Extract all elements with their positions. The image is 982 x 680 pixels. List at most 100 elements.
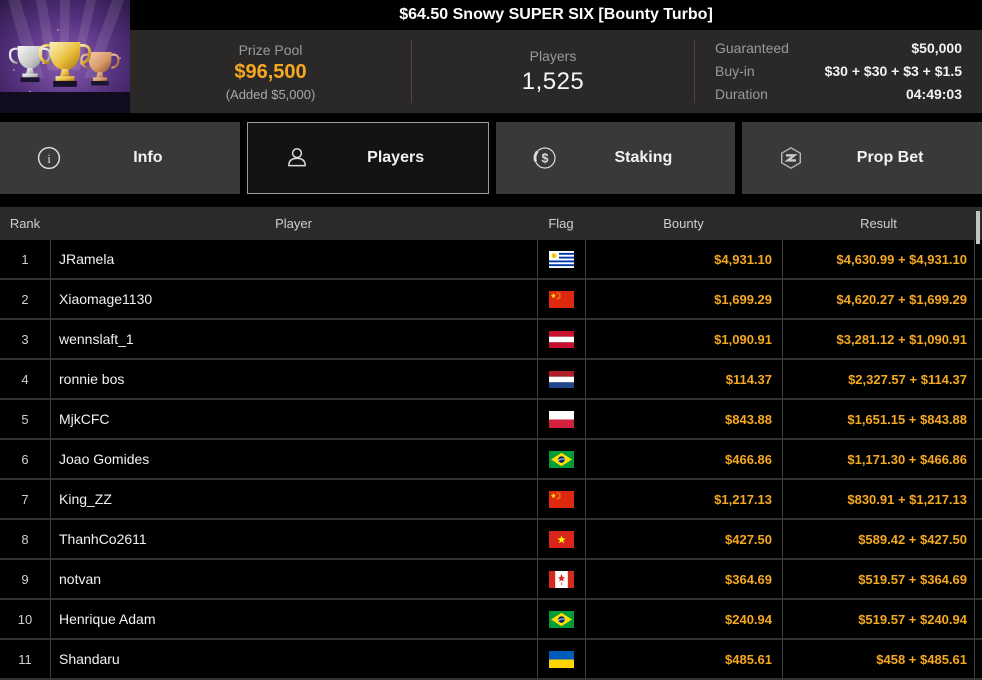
detail-value: 04:49:03 — [905, 86, 962, 102]
result-cell: $458 + $485.61 — [782, 640, 975, 678]
rank-cell: 6 — [21, 451, 29, 467]
table-row[interactable]: 7 King_ZZ $1,217.13 $830.91 + $1,217.13 — [0, 480, 982, 520]
table-row[interactable]: 10 Henrique Adam $240.94 $519.57 + $240.94 — [0, 600, 982, 640]
column-header-flag: Flag — [548, 216, 574, 231]
scrollbar-track — [975, 240, 982, 278]
result-cell: $519.57 + $364.69 — [782, 560, 975, 598]
bounty-cell: $1,217.13 — [585, 480, 782, 518]
scrollbar-track — [975, 320, 982, 358]
result-cell: $589.42 + $427.50 — [782, 520, 975, 558]
brazil-flag-icon — [549, 450, 574, 468]
netherlands-flag-icon — [549, 370, 574, 388]
table-row[interactable]: 1 JRamela $4,931.10 $4,630.99 + $4,931.10 — [0, 240, 982, 280]
table-row[interactable]: 4 ronnie bos $114.37 $2,327.57 + $114.37 — [0, 360, 982, 400]
table-row[interactable]: 11 Shandaru $485.61 $458 + $485.61 — [0, 640, 982, 680]
flag-cell — [537, 560, 585, 598]
tab-prop-bet[interactable]: Prop Bet — [742, 122, 982, 194]
china-flag-icon — [549, 490, 574, 508]
player-name-cell: ronnie bos — [50, 360, 537, 398]
rank-cell: 2 — [21, 291, 29, 307]
detail-row-duration: Duration 04:49:03 — [715, 86, 962, 103]
player-name-cell: Xiaomage1130 — [50, 280, 537, 318]
austria-flag-icon — [549, 330, 574, 348]
scrollbar-track — [975, 560, 982, 598]
result-cell: $4,620.27 + $1,699.29 — [782, 280, 975, 318]
bounty-cell: $364.69 — [585, 560, 782, 598]
tab-info[interactable]: i Info — [0, 122, 240, 194]
bounty-cell: $485.61 — [585, 640, 782, 678]
scrollbar-track — [975, 280, 982, 318]
detail-label: Buy-in — [715, 63, 755, 79]
table-row[interactable]: 9 notvan $364.69 $519.57 + $364.69 — [0, 560, 982, 600]
table-row[interactable]: 6 Joao Gomides $466.86 $1,171.30 + $466.86 — [0, 440, 982, 480]
table-row[interactable]: 2 Xiaomage1130 $1,699.29 $4,620.27 + $1,699… — [0, 280, 982, 320]
canada-flag-icon — [549, 570, 574, 588]
scrollbar-track — [975, 600, 982, 638]
rank-cell: 11 — [18, 651, 32, 667]
bounty-cell: $466.86 — [585, 440, 782, 478]
table-row[interactable]: 8 ThanhCo2611 $427.50 $589.42 + $427.50 — [0, 520, 982, 560]
rank-cell: 5 — [21, 411, 29, 427]
result-cell: $519.57 + $240.94 — [782, 600, 975, 638]
players-count-section: Players 1,525 — [412, 30, 694, 113]
players-label: Players — [529, 47, 577, 64]
detail-value: $50,000 — [911, 40, 962, 56]
player-name-cell: Joao Gomides — [50, 440, 537, 478]
tab-staking[interactable]: $ Staking — [495, 122, 736, 194]
flag-cell — [537, 640, 585, 678]
players-value: 1,525 — [521, 67, 585, 95]
player-name-cell: Henrique Adam — [50, 600, 537, 638]
bounty-cell: $1,090.91 — [585, 320, 782, 358]
china-flag-icon — [549, 290, 574, 308]
bounty-cell: $427.50 — [585, 520, 782, 558]
table-row[interactable]: 5 MjkCFC $843.88 $1,651.15 + $843.88 — [0, 400, 982, 440]
brazil-flag-icon — [549, 610, 574, 628]
prop-bet-icon — [778, 145, 804, 171]
prize-pool-section: Prize Pool $96,500 (Added $5,000) — [130, 30, 411, 113]
scrollbar-track — [975, 520, 982, 558]
scrollbar-track — [975, 480, 982, 518]
rank-cell: 9 — [21, 571, 29, 587]
player-name-cell: wennslaft_1 — [50, 320, 537, 358]
players-icon — [284, 145, 310, 171]
tournament-details-section: Guaranteed $50,000 Buy-in $30 + $30 + $3 + … — [695, 30, 982, 113]
flag-cell — [537, 400, 585, 438]
rank-cell: 10 — [17, 611, 33, 627]
player-name-cell: MjkCFC — [50, 400, 537, 438]
trophy-image — [0, 0, 130, 113]
tab-players[interactable]: Players — [246, 122, 489, 194]
result-cell: $830.91 + $1,217.13 — [782, 480, 975, 518]
scrollbar-track — [975, 440, 982, 478]
flag-cell — [537, 520, 585, 558]
result-cell: $1,171.30 + $466.86 — [782, 440, 975, 478]
tournament-header: $64.50 Snowy SUPER SIX [Bounty Turbo] Pr… — [0, 0, 982, 113]
flag-cell — [537, 360, 585, 398]
tournament-title: $64.50 Snowy SUPER SIX [Bounty Turbo] — [130, 0, 982, 30]
bounty-cell: $1,699.29 — [585, 280, 782, 318]
rank-cell: 4 — [21, 371, 29, 387]
detail-value: $30 + $30 + $3 + $1.5 — [824, 63, 962, 79]
flag-cell — [537, 480, 585, 518]
prize-pool-label: Prize Pool — [238, 41, 303, 58]
player-name-cell: King_ZZ — [50, 480, 537, 518]
detail-label: Guaranteed — [715, 40, 789, 56]
scrollbar-track — [975, 400, 982, 438]
poland-flag-icon — [549, 410, 574, 428]
svg-text:$: $ — [541, 151, 548, 165]
result-cell: $3,281.12 + $1,090.91 — [782, 320, 975, 358]
scrollbar-track — [975, 360, 982, 398]
prize-pool-value: $96,500 — [234, 60, 307, 83]
ukraine-flag-icon — [549, 650, 574, 668]
rank-cell: 8 — [21, 531, 29, 547]
scrollbar-thumb[interactable] — [976, 211, 980, 244]
info-icon: i — [36, 145, 62, 171]
players-table-header: Rank Player Flag Bounty Result — [0, 207, 982, 240]
tournament-summary-panel: Prize Pool $96,500 (Added $5,000) Player… — [130, 30, 982, 113]
flag-cell — [537, 280, 585, 318]
bounty-cell: $4,931.10 — [585, 240, 782, 278]
staking-icon: $ — [532, 145, 558, 171]
vietnam-flag-icon — [549, 530, 574, 548]
table-row[interactable]: 3 wennslaft_1 $1,090.91 $3,281.12 + $1,090.… — [0, 320, 982, 360]
flag-cell — [537, 600, 585, 638]
result-cell: $4,630.99 + $4,931.10 — [782, 240, 975, 278]
